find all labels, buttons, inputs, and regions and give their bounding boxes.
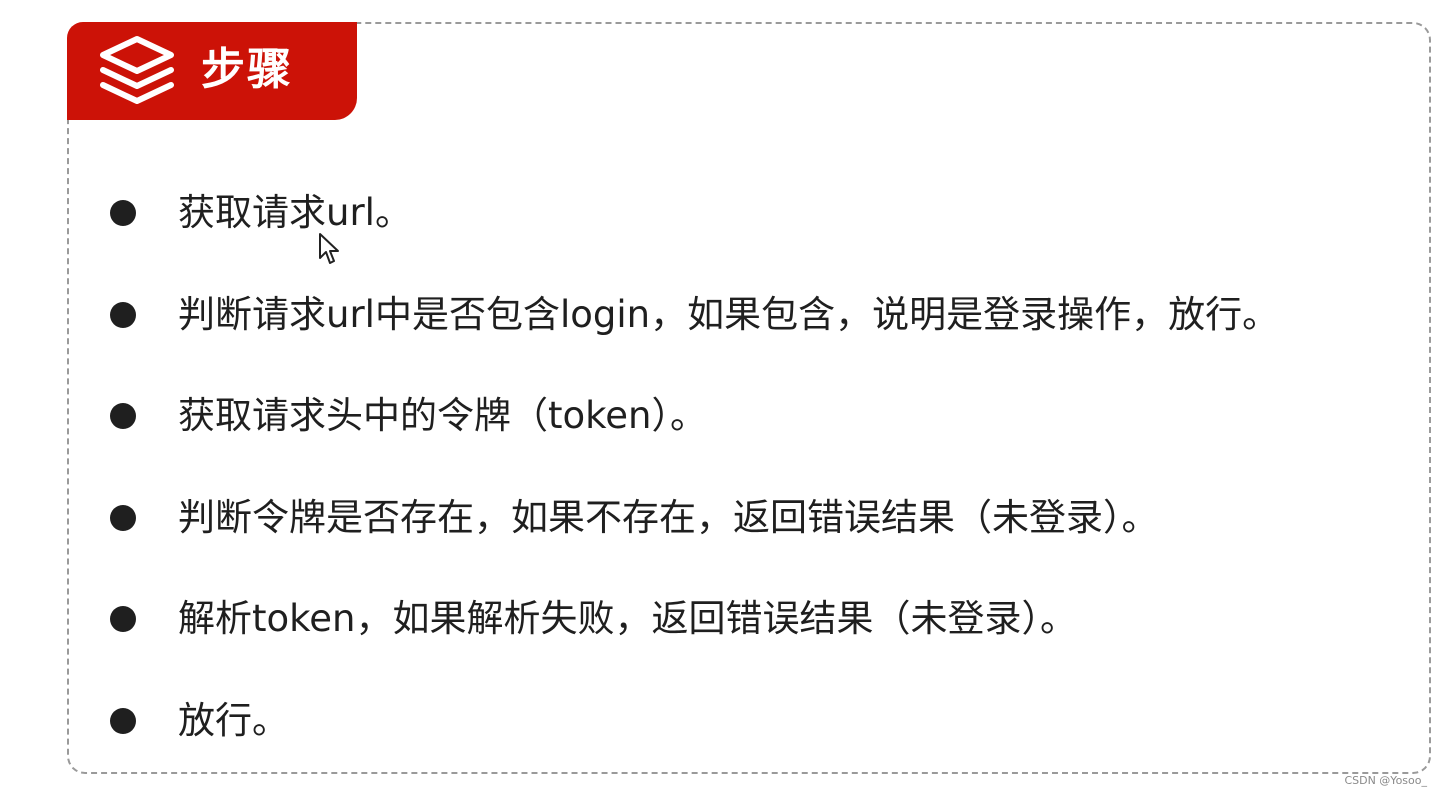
step-text: 解析token，如果解析失败，返回错误结果（未登录）。 [178,597,1077,640]
list-item: 解析token，如果解析失败，返回错误结果（未登录）。 [110,591,1077,647]
list-item: 获取请求头中的令牌（token）。 [110,388,707,444]
mouse-cursor-icon [319,233,339,264]
bullet-icon [110,302,136,328]
bullet-icon [110,606,136,632]
step-text: 放行。 [178,699,289,742]
list-item: 判断令牌是否存在，如果不存在，返回错误结果（未登录）。 [110,490,1159,546]
list-item: 放行。 [110,693,289,749]
step-text: 获取请求头中的令牌（token）。 [178,394,707,437]
step-text: 获取请求url。 [178,191,412,234]
bullet-icon [110,403,136,429]
watermark: CSDN @Yosoo_ [1344,774,1427,787]
step-text: 判断令牌是否存在，如果不存在，返回错误结果（未登录）。 [178,496,1159,539]
step-text: 判断请求url中是否包含login，如果包含，说明是登录操作，放行。 [178,293,1280,336]
list-item: 获取请求url。 [110,185,412,241]
bullet-icon [110,200,136,226]
steps-list: 获取请求url。 判断请求url中是否包含login，如果包含，说明是登录操作，… [0,0,1441,795]
bullet-icon [110,708,136,734]
list-item: 判断请求url中是否包含login，如果包含，说明是登录操作，放行。 [110,287,1279,343]
bullet-icon [110,505,136,531]
